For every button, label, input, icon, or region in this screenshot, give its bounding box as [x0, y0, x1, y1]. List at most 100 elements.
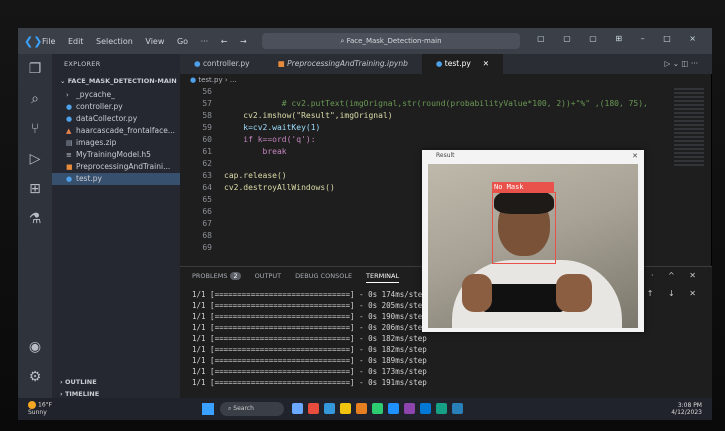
line-number: 68: [202, 231, 212, 240]
settings-gear-icon[interactable]: ⚙: [18, 362, 52, 392]
right-hand: [556, 274, 592, 312]
file-datacollector[interactable]: ● dataCollector.py: [52, 113, 180, 125]
file-label: images.zip: [76, 138, 117, 147]
code-line: 65: [180, 194, 224, 206]
clock-date: 4/12/2023: [671, 409, 702, 416]
close-tab-icon[interactable]: ✕: [483, 59, 489, 68]
python-file-icon: ●: [194, 59, 203, 68]
code-line: 60 if k==ord('q'):: [180, 134, 316, 146]
file-label: dataCollector.py: [76, 114, 138, 123]
terminal-line: 1/1 [==============================] - 0…: [192, 345, 427, 354]
app-icon[interactable]: [452, 403, 463, 414]
python-file-icon: ●: [66, 175, 73, 183]
project-folder[interactable]: ⌄ FACE_MASK_DETECTION-MAIN: [52, 68, 180, 89]
tab-problems[interactable]: PROBLEMS 2: [192, 272, 241, 283]
tab-debug-console[interactable]: DEBUG CONSOLE: [295, 272, 352, 283]
minimap[interactable]: [674, 88, 704, 168]
search-view-icon[interactable]: ⌕: [18, 84, 52, 114]
line-number: 65: [202, 195, 212, 204]
camera-window-titlebar[interactable]: Result ✕: [422, 150, 644, 162]
windows-taskbar: 16°F Sunny ⌕ Search 3:08 PM 4/12/2023: [18, 398, 712, 420]
result-camera-window[interactable]: Result ✕ No Mask: [422, 150, 644, 332]
project-name: FACE_MASK_DETECTION-MAIN: [67, 77, 177, 85]
weather-widget[interactable]: 16°F Sunny: [28, 401, 52, 416]
vscode-window: ❮❯ File Edit Selection View Go ··· ← → ⌕…: [18, 28, 712, 420]
menu-selection[interactable]: Selection: [96, 37, 133, 46]
more-menu-icon[interactable]: ···: [201, 37, 209, 46]
app-icon[interactable]: [324, 403, 335, 414]
extensions-icon[interactable]: ⊞: [18, 174, 52, 204]
task-view-icon[interactable]: [292, 403, 303, 414]
activity-bar: ❐ ⌕ ⑂ ▷ ⊞ ⚗ ◉ ⚙: [18, 54, 52, 400]
edge-browser-icon[interactable]: [388, 403, 399, 414]
app-icon[interactable]: [308, 403, 319, 414]
menu-go[interactable]: Go: [177, 37, 188, 46]
windows-start-icon[interactable]: [202, 403, 214, 415]
menu-view[interactable]: View: [145, 37, 164, 46]
code-line: 68: [180, 230, 224, 242]
file-controller[interactable]: ● controller.py: [52, 101, 180, 113]
explorer-sidebar: EXPLORER ⌄ FACE_MASK_DETECTION-MAIN › _py…: [52, 54, 180, 400]
terminal-nav-controls[interactable]: ↑ ↓ ✕: [647, 289, 702, 298]
line-number: 56: [202, 87, 212, 96]
code-text: # cv2.putText(imgOrignal,str(round(proba…: [224, 99, 648, 108]
code-text: cv2.imshow("Result",imgOrignal): [224, 111, 393, 120]
code-line: 58 cv2.imshow("Result",imgOrignal): [180, 110, 393, 122]
terminal-line: 1/1 [==============================] - 0…: [192, 334, 427, 343]
left-hand: [462, 274, 492, 312]
outline-section[interactable]: › OUTLINE: [52, 378, 188, 386]
back-arrow-icon[interactable]: ←: [221, 37, 228, 46]
python-file-icon: ●: [435, 59, 445, 68]
command-search[interactable]: ⌕ Face_Mask_Detection-main: [262, 33, 520, 49]
vscode-taskbar-icon[interactable]: [420, 403, 431, 414]
file-pycache[interactable]: › _pycache_: [52, 89, 180, 101]
tab-output[interactable]: OUTPUT: [255, 272, 282, 283]
run-file-icon[interactable]: ▷ ⌄ ◫ ···: [651, 54, 712, 74]
app-icon[interactable]: [372, 403, 383, 414]
tab-controller[interactable]: ● controller.py: [180, 54, 264, 74]
tab-label: test.py: [444, 59, 471, 68]
file-test-py[interactable]: ● test.py: [52, 173, 180, 185]
file-images-zip[interactable]: ▤ images.zip: [52, 137, 180, 149]
file-notebook[interactable]: ■ PreprocessingAndTraini...: [52, 161, 180, 173]
account-icon[interactable]: ◉: [18, 332, 52, 362]
panel-controls[interactable]: ··· ^ ✕: [634, 271, 702, 280]
breadcrumb[interactable]: ● test.py › ...: [190, 76, 237, 84]
file-model-h5[interactable]: ≡ MyTrainingModel.h5: [52, 149, 180, 161]
source-control-icon[interactable]: ⑂: [18, 114, 52, 144]
breadcrumb-text: test.py › ...: [198, 76, 237, 84]
code-text: if k==ord('q'):: [224, 135, 316, 144]
line-number: 62: [202, 159, 212, 168]
testing-icon[interactable]: ⚗: [18, 204, 52, 234]
panel-tabs: PROBLEMS 2 OUTPUT DEBUG CONSOLE TERMINAL: [192, 272, 400, 283]
timeline-section[interactable]: › TIMELINE: [52, 390, 188, 398]
tab-notebook[interactable]: ■ PreprocessingAndTraining.ipynb: [264, 54, 422, 74]
weather-text: Sunny: [28, 409, 47, 416]
weather-temp: 16°F: [38, 401, 53, 409]
line-number: 58: [202, 111, 212, 120]
taskbar-search[interactable]: ⌕ Search: [220, 402, 284, 416]
file-label: _pycache_: [76, 90, 115, 99]
line-number: 61: [202, 147, 212, 156]
close-icon[interactable]: ✕: [632, 150, 638, 162]
menu-edit[interactable]: Edit: [68, 37, 84, 46]
explorer-icon[interactable]: ❐: [18, 54, 52, 84]
activity-spacer: [18, 234, 52, 332]
file-label: test.py: [76, 174, 102, 183]
code-line: 62: [180, 158, 224, 170]
tab-test-py[interactable]: ● test.py ✕: [421, 54, 504, 74]
forward-arrow-icon[interactable]: →: [240, 37, 247, 46]
window-controls[interactable]: ▢ ▢ ▢ ⊞ – □ ×: [537, 34, 704, 43]
file-explorer-icon[interactable]: [340, 403, 351, 414]
app-icon[interactable]: [356, 403, 367, 414]
app-icon[interactable]: [436, 403, 447, 414]
tab-terminal[interactable]: TERMINAL: [366, 272, 400, 283]
code-line: 64 cv2.destroyAllWindows(): [180, 182, 334, 194]
app-icon[interactable]: [404, 403, 415, 414]
line-number: 66: [202, 207, 212, 216]
file-haarcascade[interactable]: ▲ haarcascade_frontalface...: [52, 125, 180, 137]
terminal-output[interactable]: 1/1 [==============================] - 0…: [192, 289, 427, 388]
menu-file[interactable]: File: [42, 37, 55, 46]
system-tray[interactable]: 3:08 PM 4/12/2023: [671, 402, 702, 416]
run-debug-icon[interactable]: ▷: [18, 144, 52, 174]
